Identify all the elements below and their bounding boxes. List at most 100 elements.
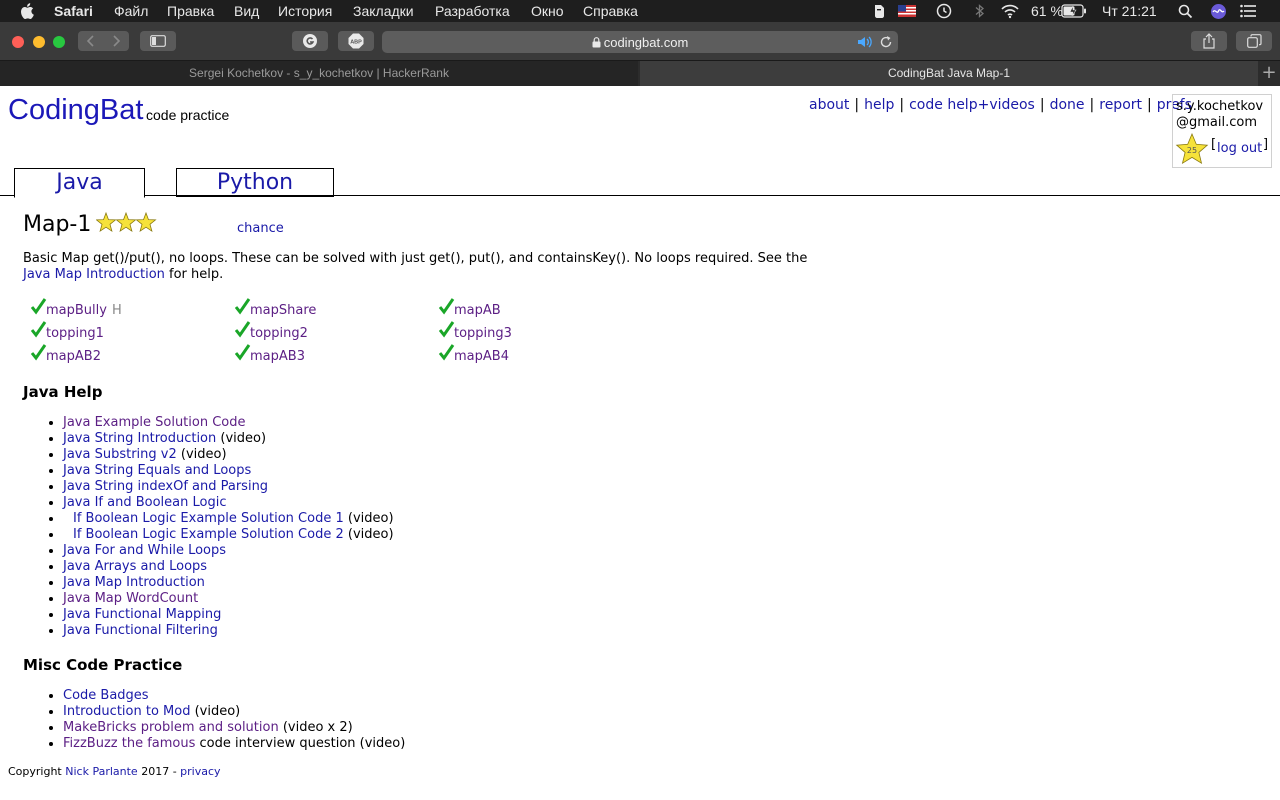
evernote-icon[interactable] — [872, 3, 886, 19]
new-tab-button[interactable]: + — [1258, 61, 1280, 87]
bluetooth-icon[interactable] — [975, 3, 985, 19]
logout-link[interactable]: log out — [1217, 141, 1262, 156]
top-nav: about | help | code help+videos | done | report |… — [809, 97, 1192, 113]
menubar-clock[interactable]: Чт 21:21 — [1102, 3, 1157, 19]
spotlight-search-icon[interactable] — [1178, 4, 1193, 19]
help-link[interactable]: Java Arrays and Loops — [63, 559, 207, 574]
browser-tab-bar: Sergei Kochetkov - s_y_kochetkov | Hacke… — [0, 60, 1280, 87]
adblock-extension-button[interactable]: ABP — [338, 31, 374, 51]
notification-center-icon[interactable] — [1240, 4, 1256, 18]
menu-edit[interactable]: Правка — [167, 3, 214, 19]
browser-tab-hackerrank[interactable]: Sergei Kochetkov - s_y_kochetkov | Hacke… — [0, 61, 638, 87]
menu-develop[interactable]: Разработка — [435, 3, 510, 19]
list-item: Code Badges — [63, 688, 405, 704]
footer-year: 2017 - — [137, 765, 181, 778]
author-link[interactable]: Nick Parlante — [65, 765, 137, 778]
misc-link[interactable]: MakeBricks problem and solution — [63, 720, 279, 735]
help-link[interactable]: Java Substring v2 — [63, 447, 177, 462]
help-link[interactable]: Java Map WordCount — [63, 591, 198, 606]
close-window-button[interactable] — [12, 36, 24, 48]
us-flag-icon[interactable] — [898, 5, 916, 17]
help-link[interactable]: Java Functional Filtering — [63, 623, 218, 638]
help-link[interactable]: If Boolean Logic Example Solution Code 1 — [73, 511, 344, 526]
star-icon — [135, 212, 157, 233]
help-link[interactable]: Java For and While Loops — [63, 543, 226, 558]
help-note: (video) — [216, 431, 267, 446]
share-icon — [1203, 33, 1215, 49]
apple-icon[interactable] — [20, 3, 34, 19]
problem-link-mapab3[interactable]: mapAB3 — [250, 349, 305, 364]
browser-toolbar: ABP codingbat.com — [0, 22, 1280, 60]
menu-window[interactable]: Окно — [531, 3, 564, 19]
nav-about[interactable]: about — [809, 97, 849, 113]
menu-app-name[interactable]: Safari — [54, 3, 93, 19]
address-bar[interactable]: codingbat.com — [382, 31, 898, 53]
problem-link-mapab2[interactable]: mapAB2 — [46, 349, 101, 364]
java-help-heading: Java Help — [23, 383, 103, 401]
show-all-tabs-button[interactable] — [1236, 31, 1272, 51]
checkmark-icon — [235, 321, 251, 338]
problem-link-topping1[interactable]: topping1 — [46, 326, 104, 341]
battery-percent[interactable]: 61 % — [1031, 3, 1063, 19]
privacy-link[interactable]: privacy — [180, 765, 220, 778]
browser-tab-codingbat[interactable]: CodingBat Java Map-1 — [640, 61, 1258, 87]
wifi-icon[interactable] — [1000, 3, 1020, 19]
siri-icon[interactable] — [1210, 3, 1227, 20]
help-link[interactable]: Java Functional Mapping — [63, 607, 221, 622]
time-machine-icon[interactable] — [935, 3, 953, 19]
misc-link[interactable]: Introduction to Mod — [63, 704, 190, 719]
lang-tab-java[interactable]: Java — [14, 168, 145, 198]
java-map-intro-link[interactable]: Java Map Introduction — [23, 267, 165, 282]
problem-link-mapab4[interactable]: mapAB4 — [454, 349, 509, 364]
misc-link[interactable]: FizzBuzz the famous — [63, 736, 195, 751]
checkmark-icon — [235, 344, 251, 361]
sidebar-button[interactable] — [140, 31, 176, 51]
list-item: Java Example Solution Code — [63, 415, 394, 431]
forward-icon[interactable] — [111, 35, 121, 47]
java-help-list: Java Example Solution Code Java String I… — [23, 415, 394, 639]
adblock-icon: ABP — [348, 33, 364, 49]
help-link[interactable]: Java String Equals and Loops — [63, 463, 251, 478]
list-item: If Boolean Logic Example Solution Code 2… — [63, 527, 394, 543]
minimize-window-button[interactable] — [33, 36, 45, 48]
speaker-icon[interactable] — [857, 35, 873, 49]
menu-bookmarks[interactable]: Закладки — [353, 3, 414, 19]
zoom-window-button[interactable] — [53, 36, 65, 48]
nav-report[interactable]: report — [1099, 97, 1142, 113]
problem-link-topping2[interactable]: topping2 — [250, 326, 308, 341]
share-button[interactable] — [1191, 31, 1227, 51]
tabs-overview-icon — [1247, 34, 1262, 48]
misc-link[interactable]: Code Badges — [63, 688, 149, 703]
misc-note: (video) — [190, 704, 241, 719]
list-item: Java Map Introduction — [63, 575, 394, 591]
problem-link-mapbully[interactable]: mapBully — [46, 303, 107, 318]
problem-link-topping3[interactable]: topping3 — [454, 326, 512, 341]
menu-view[interactable]: Вид — [234, 3, 259, 19]
site-logo[interactable]: CodingBat — [8, 94, 143, 127]
problem-link-mapshare[interactable]: mapShare — [250, 303, 316, 318]
menu-help[interactable]: Справка — [583, 3, 638, 19]
help-link[interactable]: Java Map Introduction — [63, 575, 205, 590]
menu-history[interactable]: История — [278, 3, 332, 19]
back-icon[interactable] — [86, 35, 96, 47]
reload-icon[interactable] — [879, 35, 893, 49]
help-link[interactable]: Java Example Solution Code — [63, 415, 246, 430]
chance-link[interactable]: chance — [237, 221, 284, 236]
lock-icon — [592, 37, 601, 48]
problem-link-mapab[interactable]: mapAB — [454, 303, 501, 318]
nav-done[interactable]: done — [1050, 97, 1085, 113]
nav-code-help-videos[interactable]: code help+videos — [909, 97, 1035, 113]
help-link[interactable]: Java If and Boolean Logic — [63, 495, 226, 510]
badge-star-icon[interactable]: 25 — [1175, 133, 1209, 165]
nav-help[interactable]: help — [864, 97, 894, 113]
battery-charging-icon[interactable] — [1061, 4, 1087, 18]
misc-note: (video x 2) — [278, 720, 353, 735]
grammarly-extension-button[interactable] — [292, 31, 328, 51]
help-link[interactable]: Java String Introduction — [63, 431, 216, 446]
help-link[interactable]: Java String indexOf and Parsing — [63, 479, 268, 494]
misc-note: code interview question (video) — [195, 736, 406, 751]
help-link[interactable]: If Boolean Logic Example Solution Code 2 — [73, 527, 344, 542]
menu-file[interactable]: Файл — [114, 3, 148, 19]
lang-tab-python[interactable]: Python — [176, 168, 334, 197]
site-tagline: code practice — [146, 107, 230, 123]
